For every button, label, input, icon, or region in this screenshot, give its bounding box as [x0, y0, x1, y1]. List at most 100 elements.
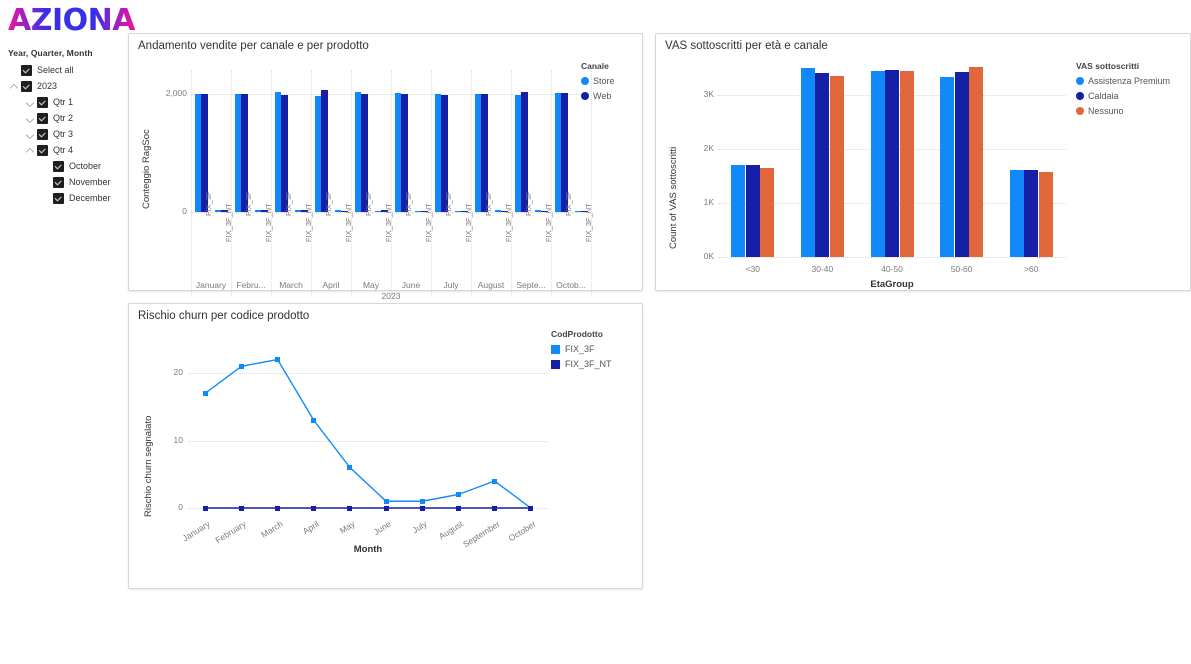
data-point-marker[interactable] [455, 505, 461, 511]
data-point-marker[interactable] [347, 465, 353, 470]
legend-item[interactable]: FIX_3F_NT [551, 359, 612, 369]
bar[interactable] [745, 165, 760, 257]
churn-legend[interactable]: CodProdotto FIX_3F FIX_3F_NT [551, 329, 612, 374]
bar[interactable] [969, 67, 984, 257]
slicer-item-qtr-2[interactable]: Qtr 2 [8, 110, 126, 126]
checkbox-checked-icon[interactable] [53, 160, 64, 172]
data-point-marker[interactable] [492, 478, 498, 484]
legend-swatch-icon [581, 92, 589, 100]
legend-item[interactable]: Web [581, 91, 615, 101]
data-point-marker[interactable] [419, 505, 425, 511]
bar[interactable] [815, 73, 830, 257]
vas-plot-area [718, 62, 1066, 258]
bar[interactable] [800, 67, 815, 257]
legend-item[interactable]: Nessuno [1076, 106, 1170, 116]
sales-legend[interactable]: Canale Store Web [581, 61, 615, 106]
data-point-marker[interactable] [238, 505, 244, 511]
slicer-item-december[interactable]: December [8, 190, 126, 206]
bar[interactable] [885, 70, 899, 257]
slicer-item-2023[interactable]: 2023 [8, 78, 126, 94]
data-point-marker[interactable] [311, 417, 317, 423]
vas-chart-panel[interactable]: VAS sottoscritti per età e canale Count … [655, 33, 1191, 291]
legend-swatch-icon [1076, 77, 1084, 85]
bar[interactable] [1038, 171, 1053, 257]
checkbox-checked-icon[interactable] [37, 128, 48, 140]
legend-item[interactable]: FIX_3F [551, 344, 612, 354]
chevron-down-icon[interactable] [24, 112, 37, 125]
date-hierarchy-slicer[interactable]: Year, Quarter, Month Select all 2023 Qtr 1… [8, 48, 126, 206]
chevron-down-icon[interactable] [24, 128, 37, 141]
chevron-up-icon[interactable] [8, 80, 21, 93]
checkbox-checked-icon[interactable] [53, 192, 64, 204]
data-point-marker[interactable] [347, 505, 353, 511]
churn-chart-panel[interactable]: Rischio churn per codice prodotto Rischi… [128, 303, 643, 589]
bar[interactable] [870, 70, 885, 257]
data-point-marker[interactable] [419, 498, 425, 504]
axis-separator [431, 70, 432, 296]
x-tick-label-product: FIX_3F_NT [344, 203, 353, 242]
y-tick-label: 0 [182, 206, 187, 216]
y-tick-label: 0 [178, 502, 183, 512]
slicer-item-select-all[interactable]: Select all [8, 62, 126, 78]
x-tick-label-product: FIX_3F_NT [424, 203, 433, 242]
x-tick-label-product: FIX_3F_NT [304, 203, 313, 242]
data-point-marker[interactable] [202, 390, 208, 396]
chevron-down-icon[interactable] [24, 96, 37, 109]
x-tick-label-product: FIX_3F_NT [584, 203, 593, 242]
x-tick-label: >60 [1023, 264, 1039, 274]
slicer-item-qtr-1[interactable]: Qtr 1 [8, 94, 126, 110]
legend-swatch-icon [551, 359, 560, 369]
x-tick-label-product: FIX_3F [484, 191, 493, 216]
legend-label: FIX_3F [565, 344, 595, 354]
legend-label: Store [593, 76, 615, 86]
axis-separator [311, 70, 312, 296]
churn-legend-title: CodProdotto [551, 329, 603, 339]
sales-chart-panel[interactable]: Andamento vendite per canale e per prodo… [128, 33, 643, 319]
checkbox-checked-icon[interactable] [37, 144, 48, 156]
chevron-up-icon[interactable] [24, 144, 37, 157]
legend-item[interactable]: Store [581, 76, 615, 86]
aziona-logo: AZIONA [8, 3, 135, 38]
slicer-item-label: Qtr 2 [53, 113, 74, 123]
checkbox-checked-icon[interactable] [21, 80, 32, 92]
slicer-item-october[interactable]: October [8, 158, 126, 174]
bar[interactable] [1024, 170, 1039, 257]
slicer-item-november[interactable]: November [8, 174, 126, 190]
chevron-placeholder-icon [40, 192, 53, 205]
data-point-marker[interactable] [238, 363, 244, 369]
legend-item[interactable]: Caldaia [1076, 91, 1170, 101]
data-point-marker[interactable] [275, 357, 281, 362]
bar[interactable] [954, 72, 969, 257]
vas-chart-title: VAS sottoscritti per età e canale [665, 40, 828, 52]
slicer-item-label: December [69, 193, 111, 203]
bar[interactable] [760, 167, 775, 257]
data-point-marker[interactable] [275, 505, 281, 511]
data-point-marker[interactable] [383, 498, 389, 504]
data-point-marker[interactable] [528, 505, 534, 511]
vas-legend[interactable]: VAS sottoscritti Assistenza Premium Calda… [1076, 61, 1170, 121]
data-point-marker[interactable] [492, 505, 498, 511]
bar[interactable] [829, 76, 844, 257]
data-point-marker[interactable] [202, 505, 208, 511]
bar[interactable] [940, 77, 955, 257]
x-tick-label-month: June [401, 280, 421, 290]
bar[interactable] [731, 165, 746, 257]
data-point-marker[interactable] [383, 505, 389, 511]
x-tick-label-month: Octob... [556, 280, 586, 290]
x-tick-label: <30 [745, 264, 760, 274]
slicer-item-qtr-4[interactable]: Qtr 4 [8, 142, 126, 158]
y-tick-label: 2K [703, 142, 714, 153]
axis-separator [191, 70, 192, 296]
checkbox-checked-icon[interactable] [21, 64, 32, 76]
bar[interactable] [899, 70, 914, 257]
axis-separator [391, 70, 392, 296]
checkbox-checked-icon[interactable] [37, 112, 48, 124]
checkbox-checked-icon[interactable] [37, 96, 48, 108]
x-tick-label-product: FIX_3F_NT [544, 203, 553, 242]
data-point-marker[interactable] [455, 492, 461, 497]
bar[interactable] [1009, 170, 1024, 257]
legend-item[interactable]: Assistenza Premium [1076, 76, 1170, 86]
slicer-item-qtr-3[interactable]: Qtr 3 [8, 126, 126, 142]
data-point-marker[interactable] [311, 505, 317, 511]
checkbox-checked-icon[interactable] [53, 176, 64, 188]
